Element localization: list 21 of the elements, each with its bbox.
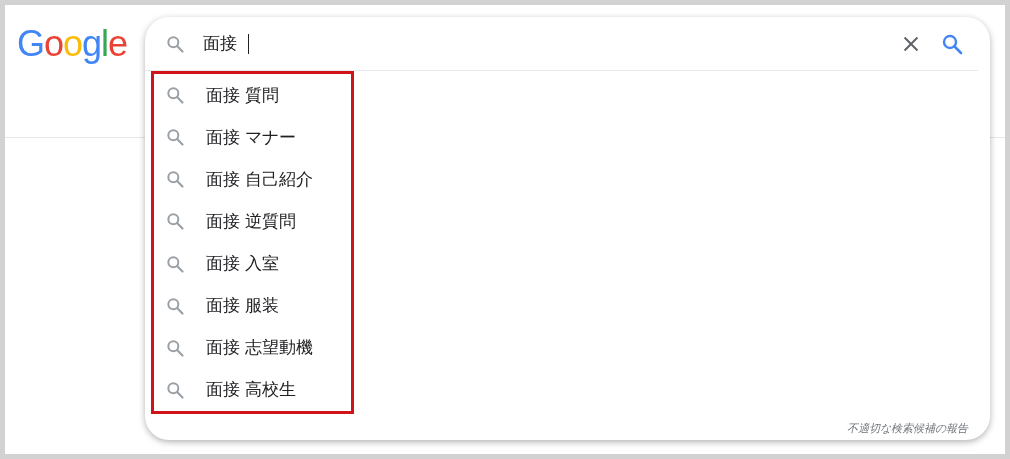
search-icon xyxy=(165,169,185,190)
suggestion-item[interactable]: 面接 マナー xyxy=(154,116,351,159)
suggestion-item[interactable]: 面接 入室 xyxy=(154,242,351,285)
suggestion-item[interactable]: 面接 高校生 xyxy=(154,368,351,411)
search-icon xyxy=(165,33,185,54)
google-logo[interactable]: Google xyxy=(17,23,128,65)
search-icon xyxy=(165,211,185,232)
text-cursor xyxy=(248,33,250,54)
search-icon xyxy=(165,253,185,274)
search-icon xyxy=(165,85,185,106)
suggestion-item[interactable]: 面接 質問 xyxy=(154,74,351,117)
suggestion-item[interactable]: 面接 服装 xyxy=(154,284,351,327)
search-icon xyxy=(165,127,185,148)
search-icon xyxy=(165,337,185,358)
search-icon xyxy=(165,379,185,400)
suggestion-item[interactable]: 面接 逆質問 xyxy=(154,200,351,243)
report-link[interactable]: 不適切な検索候補の報告 xyxy=(847,421,968,436)
search-field[interactable]: 面接 xyxy=(203,32,882,55)
search-icon xyxy=(165,295,185,316)
suggestion-item[interactable]: 面接 志望動機 xyxy=(154,326,351,369)
suggestion-item[interactable]: 面接 自己紹介 xyxy=(154,158,351,201)
